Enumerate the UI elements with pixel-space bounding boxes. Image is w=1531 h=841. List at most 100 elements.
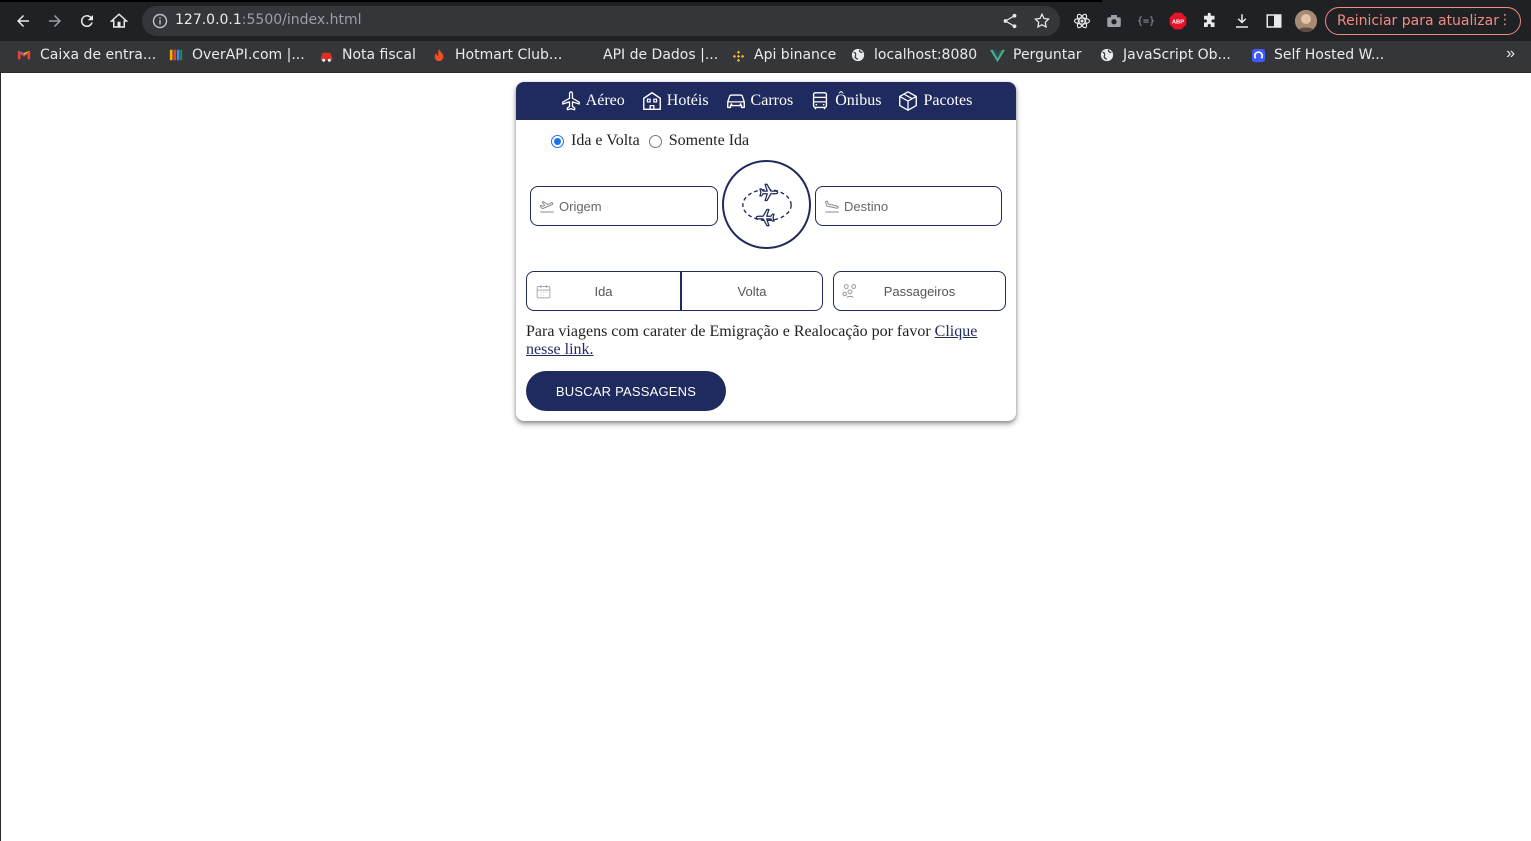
tab-hoteis[interactable]: Hotéis [641, 90, 709, 112]
bookmark-localhost[interactable]: localhost:8080 [850, 41, 977, 69]
plane-icon [561, 91, 580, 111]
bookmark-gmail[interactable]: Caixa de entra... [16, 41, 156, 69]
destination-placeholder: Destino [844, 198, 889, 214]
bookmark-label: Self Hosted W... [1274, 47, 1385, 63]
bookmark-api-binance[interactable]: Api binance [730, 41, 836, 69]
hotel-icon [642, 92, 661, 110]
svg-text:ABP: ABP [1172, 20, 1184, 26]
side-panel-icon[interactable] [1264, 11, 1284, 31]
blank-page-icon [579, 47, 595, 63]
hotmart-flame-icon [431, 47, 447, 63]
swap-route-button[interactable] [722, 160, 811, 249]
reload-button[interactable] [74, 8, 100, 34]
tab-label: Pacotes [923, 92, 973, 109]
arrow-right-icon [49, 15, 61, 27]
package-icon [899, 91, 918, 111]
return-date-field[interactable]: Volta [680, 271, 823, 311]
window-edge [0, 73, 1, 841]
origin-placeholder: Origem [559, 198, 602, 214]
bookmarks-bar: Caixa de entra... OverAPI.com |... Nota … [0, 41, 1531, 73]
react-devtools-icon[interactable] [1072, 11, 1092, 31]
home-button[interactable] [106, 8, 132, 34]
adblock-icon[interactable]: ABP [1168, 11, 1188, 31]
extensions-puzzle-icon[interactable] [1200, 11, 1220, 31]
tab-pacotes[interactable]: Pacotes [897, 90, 972, 112]
passengers-field[interactable]: Passageiros [833, 271, 1006, 311]
bookmark-label: localhost:8080 [874, 47, 978, 63]
json-viewer-icon[interactable]: {=} [1136, 11, 1156, 31]
home-icon [110, 13, 128, 28]
bookmark-self-hosted[interactable]: Self Hosted W... [1250, 41, 1384, 69]
origin-field[interactable]: Origem [530, 186, 718, 226]
bookmark-label: Nota fiscal [342, 47, 416, 63]
car-icon [726, 94, 745, 109]
search-button-label: BUSCAR PASSAGENS [555, 383, 697, 399]
return-placeholder: Volta [737, 283, 767, 299]
people-icon [842, 284, 857, 298]
camera-icon[interactable] [1104, 11, 1124, 31]
browser-toolbar: 127.0.0.1:5500/index.html {=} ABP Reinic… [0, 0, 1531, 41]
profile-avatar[interactable] [1295, 10, 1317, 32]
bus-icon [813, 92, 828, 110]
url-host: 127.0.0.1 [175, 12, 242, 28]
radio-somente-ida[interactable] [648, 134, 662, 148]
info-icon [152, 13, 168, 29]
bookmark-nota-fiscal[interactable]: Nota fiscal [318, 41, 416, 69]
self-hosted-icon [1250, 47, 1266, 63]
forward-button[interactable] [42, 8, 68, 34]
overapi-icon [168, 47, 184, 63]
departure-date-field[interactable]: Ida [526, 271, 681, 311]
gmail-icon [16, 47, 32, 63]
swap-planes-icon [741, 183, 792, 226]
calendar-icon [536, 285, 551, 299]
trip-type-group: Ida e Volta Somente Ida [551, 132, 758, 150]
bookmark-javascript[interactable]: JavaScript Ob... [1099, 41, 1231, 69]
radio-ida-e-volta[interactable] [551, 134, 564, 148]
bookmark-label: API de Dados |... [603, 47, 719, 63]
bookmark-label: Api binance [754, 47, 837, 63]
back-button[interactable] [10, 8, 36, 34]
landing-icon [825, 200, 839, 213]
share-icon[interactable] [1001, 12, 1019, 30]
search-flights-button[interactable]: BUSCAR PASSAGENS [526, 371, 726, 411]
bookmark-overapi[interactable]: OverAPI.com |... [168, 41, 305, 69]
emigration-notice: Para viagens com carater de Emigração e … [526, 323, 996, 359]
url-path: :5500/index.html [241, 12, 362, 28]
booking-widget: Aéreo Hotéis Carros Ônibus Pacotes Ida e… [516, 82, 1016, 421]
reload-icon [80, 15, 93, 28]
passengers-placeholder: Passageiros [883, 283, 956, 299]
tab-carros[interactable]: Carros [725, 90, 793, 112]
update-button[interactable]: Reiniciar para atualizar ⋮ [1325, 7, 1521, 35]
tab-label: Ônibus [835, 92, 882, 109]
bookmarks-overflow-button[interactable]: » [1506, 45, 1515, 63]
product-tabs: Aéreo Hotéis Carros Ônibus Pacotes [516, 82, 1016, 120]
update-button-label: Reiniciar para atualizar [1337, 13, 1499, 29]
arrow-left-icon [17, 15, 29, 27]
bookmark-perguntar[interactable]: Perguntar [989, 41, 1082, 69]
tab-label: Hotéis [666, 92, 709, 109]
tab-onibus[interactable]: Ônibus [809, 90, 881, 112]
destination-field[interactable]: Destino [815, 186, 1002, 226]
more-vert-icon: ⋮ [1498, 12, 1512, 28]
download-icon[interactable] [1232, 11, 1252, 31]
bookmark-label: Hotmart Club... [455, 47, 563, 63]
star-icon[interactable] [1033, 12, 1051, 30]
tab-aereo[interactable]: Aéreo [560, 90, 625, 112]
radio-label-somente-ida: Somente Ida [668, 132, 750, 149]
notice-text: Para viagens com carater de Emigração e … [526, 323, 935, 340]
departure-placeholder: Ida [594, 283, 613, 299]
globe-icon [850, 47, 866, 63]
binance-icon [730, 47, 746, 63]
radio-label-ida-e-volta: Ida e Volta [571, 132, 640, 149]
bookmark-api-dados[interactable]: API de Dados |... [579, 41, 718, 69]
takeoff-icon [539, 201, 554, 213]
bookmark-label: OverAPI.com |... [192, 47, 305, 63]
car-red-icon [318, 47, 334, 63]
url-text: 127.0.0.1:5500/index.html [175, 12, 362, 28]
globe-icon [1099, 47, 1115, 63]
bookmark-hotmart[interactable]: Hotmart Club... [431, 41, 562, 69]
address-bar[interactable]: 127.0.0.1:5500/index.html [142, 6, 1060, 36]
bookmark-label: JavaScript Ob... [1123, 47, 1231, 63]
tab-label: Aéreo [585, 92, 625, 109]
bookmark-label: Caixa de entra... [40, 47, 157, 63]
